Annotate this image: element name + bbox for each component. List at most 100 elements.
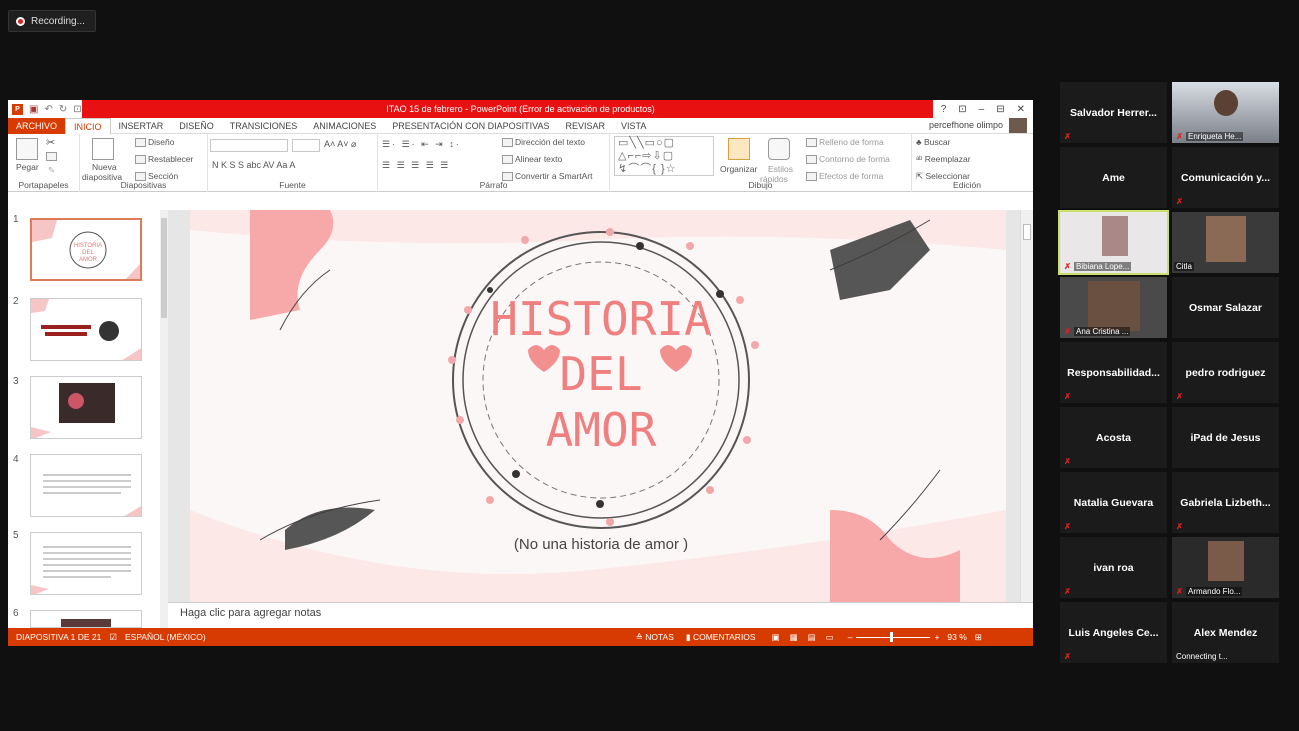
participant-tile[interactable]: Luis Angeles Ce... ✗: [1060, 602, 1167, 663]
zoom-in-button[interactable]: +: [934, 632, 939, 642]
zoom-slider-thumb[interactable]: [890, 631, 894, 642]
spellcheck-icon[interactable]: ☑: [109, 632, 117, 643]
find-button[interactable]: ♣ Buscar: [916, 137, 950, 147]
participant-tile-video[interactable]: ✗ Ana Cristina ...: [1060, 277, 1167, 338]
tab-diseno[interactable]: DISEÑO: [171, 118, 222, 134]
reset-button[interactable]: Restablecer: [135, 154, 193, 165]
slide-title-line3: AMOR: [546, 403, 657, 457]
scrollbar-thumb[interactable]: [161, 218, 167, 318]
layout-button[interactable]: Diseño: [135, 137, 174, 148]
new-slide-label[interactable]: Nueva: [92, 162, 117, 172]
muted-mic-icon: ✗: [1064, 392, 1071, 401]
participant-tile[interactable]: Alex Mendez Connecting t...: [1172, 602, 1279, 663]
tab-archivo[interactable]: ARCHIVO: [8, 117, 66, 134]
paste-icon[interactable]: [16, 138, 38, 160]
participant-tile[interactable]: Salvador Herrer... ✗: [1060, 82, 1167, 143]
arrange-icon[interactable]: [728, 138, 750, 160]
participant-tile-video[interactable]: Citla: [1172, 212, 1279, 273]
fit-to-window-icon[interactable]: ⊞: [975, 632, 982, 643]
tab-animaciones[interactable]: ANIMACIONES: [305, 118, 384, 134]
zoom-out-button[interactable]: –: [848, 632, 853, 642]
align-text-button[interactable]: Alinear texto: [502, 154, 562, 165]
shape-outline-button[interactable]: Contorno de forma: [806, 154, 890, 165]
participant-tile[interactable]: Ame: [1060, 147, 1167, 208]
tab-vista[interactable]: VISTA: [613, 118, 654, 134]
thumbnail-slide-6[interactable]: [30, 610, 142, 628]
font-size-combo[interactable]: [292, 139, 320, 152]
muted-mic-icon: ✗: [1064, 327, 1071, 336]
thumbnail-slide-5[interactable]: [30, 532, 142, 595]
new-slide-icon[interactable]: [92, 138, 114, 160]
participant-tile[interactable]: Responsabilidad... ✗: [1060, 342, 1167, 403]
participant-name: Salvador Herrer...: [1070, 106, 1157, 119]
align-icons[interactable]: ☰ ☰ ☰ ☰ ☰: [382, 160, 450, 171]
arrange-button[interactable]: Organizar: [720, 164, 757, 174]
cut-icon[interactable]: ✂: [46, 136, 55, 149]
restore-button[interactable]: ⊟: [996, 104, 1004, 115]
participant-tile-video[interactable]: ✗ Enriqueta He...: [1172, 82, 1279, 143]
group-diapositivas: Nueva diapositiva Diseño Restablecer Sec…: [80, 134, 208, 192]
participant-tile[interactable]: Natalia Guevara ✗: [1060, 472, 1167, 533]
thumbnails-scrollbar[interactable]: [160, 210, 168, 628]
user-account[interactable]: percefhone olimpo: [929, 120, 1003, 130]
participant-tile-video[interactable]: ✗ Armando Flo...: [1172, 537, 1279, 598]
font-name-combo[interactable]: [210, 139, 288, 152]
tab-revisar[interactable]: REVISAR: [557, 118, 613, 134]
comments-toggle-button[interactable]: ▮ COMENTARIOS: [686, 632, 756, 643]
participant-name: iPad de Jesus: [1190, 431, 1261, 444]
paste-button[interactable]: Pegar: [16, 162, 39, 172]
thumbnail-slide-1[interactable]: HISTORIA DEL AMOR: [30, 218, 142, 281]
zoom-level[interactable]: 93 %: [947, 632, 966, 642]
participant-tile[interactable]: ivan roa ✗: [1060, 537, 1167, 598]
participant-tile[interactable]: Gabriela Lizbeth... ✗: [1172, 472, 1279, 533]
group-label-fuente: Fuente: [279, 180, 306, 190]
participant-tile[interactable]: iPad de Jesus: [1172, 407, 1279, 468]
notes-toggle-button[interactable]: ≙ NOTAS: [636, 632, 674, 643]
copy-icon[interactable]: [46, 151, 59, 162]
participant-name: pedro rodriguez: [1185, 366, 1266, 379]
participant-tile-video[interactable]: ✗ Bibiana Lope...: [1058, 210, 1169, 275]
record-icon: [16, 16, 25, 26]
font-styles[interactable]: N K S S abc AV Aa A: [212, 160, 295, 170]
tab-inicio[interactable]: INICIO: [65, 117, 111, 134]
notes-placeholder[interactable]: Haga clic para agregar notas: [180, 607, 321, 619]
close-button[interactable]: ✕: [1017, 104, 1025, 115]
thumbnail-slide-3[interactable]: [30, 376, 142, 439]
shape-fill-button[interactable]: Relleno de forma: [806, 137, 884, 148]
zoom-slider[interactable]: [856, 631, 931, 642]
replace-button[interactable]: ᵃᵇ Reemplazar: [916, 154, 971, 164]
participant-tile[interactable]: pedro rodriguez ✗: [1172, 342, 1279, 403]
thumbnail-slide-4[interactable]: [30, 454, 142, 517]
notes-pane[interactable]: Haga clic para agregar notas: [168, 602, 1033, 628]
participant-name: Gabriela Lizbeth...: [1180, 496, 1271, 509]
slide-scrollbar[interactable]: [1020, 210, 1033, 602]
font-size-icons[interactable]: A˄ A˅ ⌀: [324, 139, 356, 150]
svg-text:DEL: DEL: [82, 250, 94, 256]
shapes-gallery[interactable]: ▭╲╲▭○▢ △⌐⌐⇨⇩▢ ↯⌒⌒{ }☆: [614, 136, 714, 176]
format-painter-icon[interactable]: ✎: [48, 165, 55, 176]
recording-indicator[interactable]: Recording...: [8, 10, 96, 32]
ribbon-display-button[interactable]: ⊡: [958, 104, 966, 115]
scrollbar-thumb[interactable]: [1023, 224, 1031, 240]
thumbnail-slide-2[interactable]: [30, 298, 142, 361]
quick-styles-label[interactable]: Estilos: [768, 164, 793, 174]
muted-mic-icon: ✗: [1064, 262, 1071, 271]
view-buttons[interactable]: ▣▦▤▭: [772, 632, 844, 643]
avatar[interactable]: [1009, 118, 1027, 133]
participant-tile[interactable]: Osmar Salazar: [1172, 277, 1279, 338]
thumbnail-2-image: [31, 299, 141, 360]
participant-tile[interactable]: Acosta ✗: [1060, 407, 1167, 468]
slide-1[interactable]: HISTORIA DEL AMOR (No una historia de am…: [190, 210, 1006, 602]
tab-transiciones[interactable]: TRANSICIONES: [222, 118, 306, 134]
minimize-button[interactable]: –: [979, 104, 985, 115]
tab-insertar[interactable]: INSERTAR: [111, 118, 172, 134]
recording-label: Recording...: [31, 15, 85, 27]
participant-tile[interactable]: Comunicación y... ✗: [1172, 147, 1279, 208]
text-direction-button[interactable]: Dirección del texto: [502, 137, 585, 148]
slide-editing-area: HISTORIA DEL AMOR (No una historia de am…: [168, 210, 1020, 602]
list-icons[interactable]: ☰· ☰· ⇤ ⇥ ↕·: [382, 139, 461, 150]
language-label[interactable]: ESPAÑOL (MÉXICO): [125, 632, 206, 642]
tab-presentacion[interactable]: PRESENTACIÓN CON DIAPOSITIVAS: [384, 118, 557, 134]
help-button[interactable]: ?: [941, 104, 947, 115]
quick-styles-icon[interactable]: [768, 138, 790, 160]
